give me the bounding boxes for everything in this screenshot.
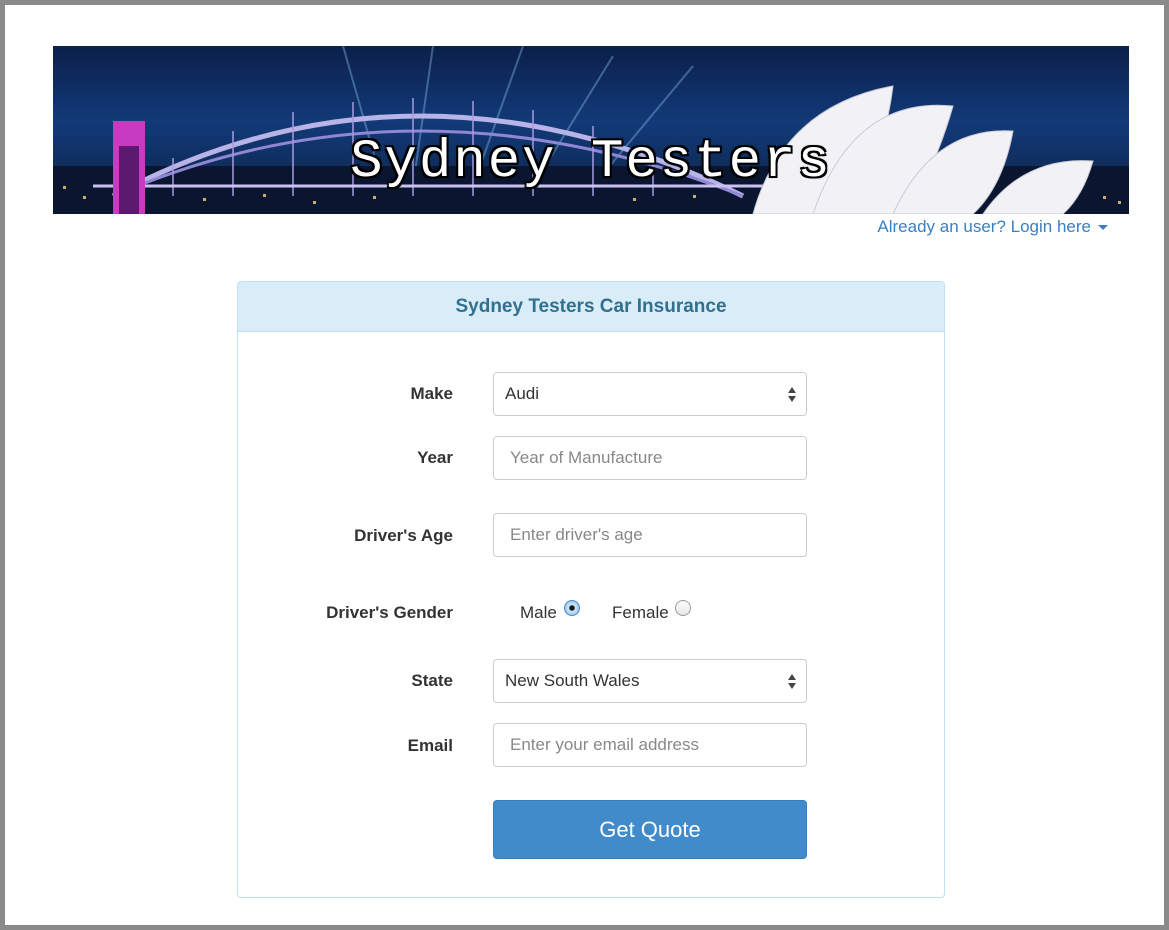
female-radio[interactable] [675,600,691,616]
select-arrows-icon [788,672,796,690]
make-select[interactable]: Audi [493,372,807,416]
driver-gender-label: Driver's Gender [326,603,453,622]
year-input[interactable] [493,436,807,480]
female-label[interactable]: Female [612,603,669,622]
year-label: Year [417,448,453,467]
email-label: Email [407,736,453,755]
banner-title: Sydney Testers [350,132,832,193]
state-select-value: New South Wales [505,671,640,690]
male-label[interactable]: Male [520,603,557,622]
driver-age-input[interactable] [493,513,807,557]
login-link[interactable]: Already an user? Login here [877,217,1108,237]
caret-down-icon [1098,225,1108,231]
login-link-label[interactable]: Already an user? Login here [877,217,1091,236]
insurance-form-panel: Sydney Testers Car Insurance Make Audi Y… [237,281,945,898]
make-select-value: Audi [505,384,540,403]
panel-heading: Sydney Testers Car Insurance [238,282,944,332]
state-label: State [411,671,453,690]
gender-option-male[interactable]: Male [520,603,557,623]
driver-age-label: Driver's Age [354,526,453,545]
page-frame: Sydney Testers Already an user? Login he… [0,0,1169,930]
make-label: Make [410,384,453,403]
email-input[interactable] [493,723,807,767]
header-banner: Sydney Testers [53,46,1129,214]
gender-option-female[interactable]: Female [612,603,669,623]
state-select[interactable]: New South Wales [493,659,807,703]
select-arrows-icon [788,385,796,403]
male-radio[interactable] [564,600,580,616]
get-quote-button[interactable]: Get Quote [493,800,807,859]
